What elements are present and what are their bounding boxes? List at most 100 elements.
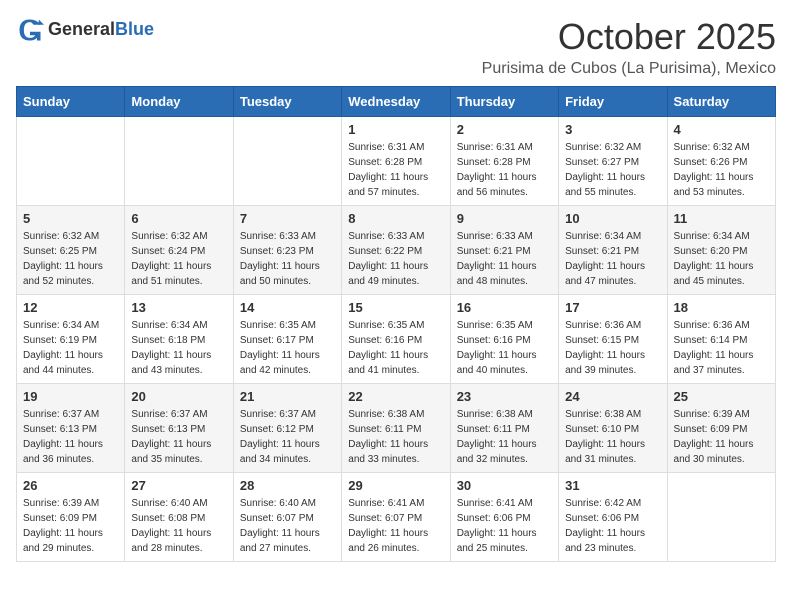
day-number: 26 xyxy=(23,478,118,493)
day-number: 4 xyxy=(674,122,769,137)
day-info: Sunrise: 6:31 AMSunset: 6:28 PMDaylight:… xyxy=(348,140,443,200)
day-info: Sunrise: 6:33 AMSunset: 6:22 PMDaylight:… xyxy=(348,229,443,289)
day-number: 6 xyxy=(131,211,226,226)
day-number: 1 xyxy=(348,122,443,137)
day-info: Sunrise: 6:32 AMSunset: 6:25 PMDaylight:… xyxy=(23,229,118,289)
day-info: Sunrise: 6:32 AMSunset: 6:27 PMDaylight:… xyxy=(565,140,660,200)
day-number: 29 xyxy=(348,478,443,493)
day-info: Sunrise: 6:35 AMSunset: 6:17 PMDaylight:… xyxy=(240,318,335,378)
calendar-cell: 8 Sunrise: 6:33 AMSunset: 6:22 PMDaylight… xyxy=(342,206,450,295)
calendar-cell: 21Sunrise: 6:37 AMSunset: 6:12 PMDayligh… xyxy=(233,384,341,473)
day-info: Sunrise: 6:35 AMSunset: 6:16 PMDaylight:… xyxy=(457,318,552,378)
calendar-cell: 28 Sunrise: 6:40 AMSunset: 6:07 PMDayligh… xyxy=(233,473,341,562)
calendar-week-5: 26 Sunrise: 6:39 AMSunset: 6:09 PMDayligh… xyxy=(17,473,776,562)
day-info: Sunrise: 6:40 AMSunset: 6:08 PMDaylight:… xyxy=(131,496,226,556)
calendar-cell: 31Sunrise: 6:42 AMSunset: 6:06 PMDayligh… xyxy=(559,473,667,562)
day-info: Sunrise: 6:34 AMSunset: 6:21 PMDaylight:… xyxy=(565,229,660,289)
calendar-cell: 26 Sunrise: 6:39 AMSunset: 6:09 PMDayligh… xyxy=(17,473,125,562)
calendar-cell: 13Sunrise: 6:34 AMSunset: 6:18 PMDayligh… xyxy=(125,295,233,384)
day-number: 12 xyxy=(23,300,118,315)
calendar-cell: 27 Sunrise: 6:40 AMSunset: 6:08 PMDayligh… xyxy=(125,473,233,562)
day-number: 9 xyxy=(457,211,552,226)
day-info: Sunrise: 6:38 AMSunset: 6:11 PMDaylight:… xyxy=(348,407,443,467)
calendar-cell: 15 Sunrise: 6:35 AMSunset: 6:16 PMDayligh… xyxy=(342,295,450,384)
day-number: 24 xyxy=(565,389,660,404)
column-header-wednesday: Wednesday xyxy=(342,87,450,117)
day-number: 27 xyxy=(131,478,226,493)
calendar-cell: 19 Sunrise: 6:37 AMSunset: 6:13 PMDayligh… xyxy=(17,384,125,473)
location-title: Purisima de Cubos (La Purisima), Mexico xyxy=(482,60,776,78)
day-number: 21 xyxy=(240,389,335,404)
calendar-cell: 22 Sunrise: 6:38 AMSunset: 6:11 PMDayligh… xyxy=(342,384,450,473)
calendar-week-4: 19 Sunrise: 6:37 AMSunset: 6:13 PMDayligh… xyxy=(17,384,776,473)
calendar-cell: 2 Sunrise: 6:31 AMSunset: 6:28 PMDaylight… xyxy=(450,117,558,206)
calendar-cell: 18 Sunrise: 6:36 AMSunset: 6:14 PMDayligh… xyxy=(667,295,775,384)
day-info: Sunrise: 6:34 AMSunset: 6:20 PMDaylight:… xyxy=(674,229,769,289)
day-number: 19 xyxy=(23,389,118,404)
calendar-cell xyxy=(125,117,233,206)
title-block: October 2025 Purisima de Cubos (La Puris… xyxy=(482,16,776,78)
day-info: Sunrise: 6:33 AMSunset: 6:23 PMDaylight:… xyxy=(240,229,335,289)
logo: GeneralBlue xyxy=(16,16,154,44)
calendar-cell xyxy=(233,117,341,206)
column-header-tuesday: Tuesday xyxy=(233,87,341,117)
day-info: Sunrise: 6:36 AMSunset: 6:15 PMDaylight:… xyxy=(565,318,660,378)
calendar-cell: 1 Sunrise: 6:31 AMSunset: 6:28 PMDaylight… xyxy=(342,117,450,206)
day-number: 18 xyxy=(674,300,769,315)
calendar-cell: 12 Sunrise: 6:34 AMSunset: 6:19 PMDayligh… xyxy=(17,295,125,384)
column-header-saturday: Saturday xyxy=(667,87,775,117)
day-info: Sunrise: 6:38 AMSunset: 6:11 PMDaylight:… xyxy=(457,407,552,467)
day-number: 20 xyxy=(131,389,226,404)
day-info: Sunrise: 6:41 AMSunset: 6:07 PMDaylight:… xyxy=(348,496,443,556)
calendar-cell: 14 Sunrise: 6:35 AMSunset: 6:17 PMDayligh… xyxy=(233,295,341,384)
day-number: 14 xyxy=(240,300,335,315)
day-number: 5 xyxy=(23,211,118,226)
day-number: 2 xyxy=(457,122,552,137)
calendar-cell: 7 Sunrise: 6:33 AMSunset: 6:23 PMDaylight… xyxy=(233,206,341,295)
day-number: 25 xyxy=(674,389,769,404)
day-info: Sunrise: 6:39 AMSunset: 6:09 PMDaylight:… xyxy=(674,407,769,467)
column-header-sunday: Sunday xyxy=(17,87,125,117)
calendar-cell: 9Sunrise: 6:33 AMSunset: 6:21 PMDaylight… xyxy=(450,206,558,295)
day-number: 15 xyxy=(348,300,443,315)
calendar-cell: 20 Sunrise: 6:37 AMSunset: 6:13 PMDayligh… xyxy=(125,384,233,473)
day-number: 30 xyxy=(457,478,552,493)
day-info: Sunrise: 6:39 AMSunset: 6:09 PMDaylight:… xyxy=(23,496,118,556)
day-info: Sunrise: 6:34 AMSunset: 6:18 PMDaylight:… xyxy=(131,318,226,378)
logo-general: General xyxy=(48,19,115,39)
day-number: 28 xyxy=(240,478,335,493)
calendar-cell: 24 Sunrise: 6:38 AMSunset: 6:10 PMDayligh… xyxy=(559,384,667,473)
logo-text: GeneralBlue xyxy=(48,20,154,40)
day-info: Sunrise: 6:41 AMSunset: 6:06 PMDaylight:… xyxy=(457,496,552,556)
day-number: 11 xyxy=(674,211,769,226)
calendar-cell: 16 Sunrise: 6:35 AMSunset: 6:16 PMDayligh… xyxy=(450,295,558,384)
day-number: 8 xyxy=(348,211,443,226)
day-info: Sunrise: 6:38 AMSunset: 6:10 PMDaylight:… xyxy=(565,407,660,467)
calendar-table: SundayMondayTuesdayWednesdayThursdayFrid… xyxy=(16,86,776,562)
calendar-cell: 6Sunrise: 6:32 AMSunset: 6:24 PMDaylight… xyxy=(125,206,233,295)
calendar-cell: 3 Sunrise: 6:32 AMSunset: 6:27 PMDaylight… xyxy=(559,117,667,206)
day-info: Sunrise: 6:40 AMSunset: 6:07 PMDaylight:… xyxy=(240,496,335,556)
day-info: Sunrise: 6:31 AMSunset: 6:28 PMDaylight:… xyxy=(457,140,552,200)
logo-blue: Blue xyxy=(115,19,154,39)
calendar-cell: 30 Sunrise: 6:41 AMSunset: 6:06 PMDayligh… xyxy=(450,473,558,562)
calendar-cell: 5 Sunrise: 6:32 AMSunset: 6:25 PMDaylight… xyxy=(17,206,125,295)
day-number: 10 xyxy=(565,211,660,226)
logo-icon xyxy=(16,16,44,44)
day-info: Sunrise: 6:37 AMSunset: 6:13 PMDaylight:… xyxy=(23,407,118,467)
day-info: Sunrise: 6:35 AMSunset: 6:16 PMDaylight:… xyxy=(348,318,443,378)
page-header: GeneralBlue October 2025 Purisima de Cub… xyxy=(16,16,776,78)
day-number: 22 xyxy=(348,389,443,404)
day-info: Sunrise: 6:36 AMSunset: 6:14 PMDaylight:… xyxy=(674,318,769,378)
day-number: 31 xyxy=(565,478,660,493)
calendar-week-1: 1 Sunrise: 6:31 AMSunset: 6:28 PMDaylight… xyxy=(17,117,776,206)
calendar-cell: 11 Sunrise: 6:34 AMSunset: 6:20 PMDayligh… xyxy=(667,206,775,295)
day-number: 3 xyxy=(565,122,660,137)
day-number: 7 xyxy=(240,211,335,226)
day-info: Sunrise: 6:37 AMSunset: 6:13 PMDaylight:… xyxy=(131,407,226,467)
day-number: 16 xyxy=(457,300,552,315)
column-header-thursday: Thursday xyxy=(450,87,558,117)
calendar-cell xyxy=(17,117,125,206)
day-info: Sunrise: 6:34 AMSunset: 6:19 PMDaylight:… xyxy=(23,318,118,378)
day-number: 17 xyxy=(565,300,660,315)
